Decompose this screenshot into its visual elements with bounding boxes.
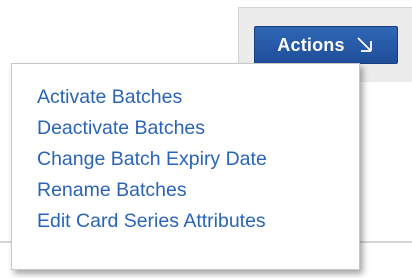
actions-dropdown-menu: Activate Batches Deactivate Batches Chan… [11,63,360,270]
menu-item-change-batch-expiry-date[interactable]: Change Batch Expiry Date [12,144,359,175]
menu-item-deactivate-batches[interactable]: Deactivate Batches [12,113,359,144]
menu-list: Activate Batches Deactivate Batches Chan… [12,64,359,237]
menu-item-rename-batches[interactable]: Rename Batches [12,175,359,206]
menu-item-activate-batches[interactable]: Activate Batches [12,82,359,113]
app-stage: Actions Activate Batches Deactivate Batc… [0,0,412,278]
menu-item-edit-card-series-attributes[interactable]: Edit Card Series Attributes [12,206,359,237]
actions-button[interactable]: Actions [254,26,398,64]
arrow-down-right-icon [355,35,375,55]
actions-button-label: Actions [277,34,345,55]
